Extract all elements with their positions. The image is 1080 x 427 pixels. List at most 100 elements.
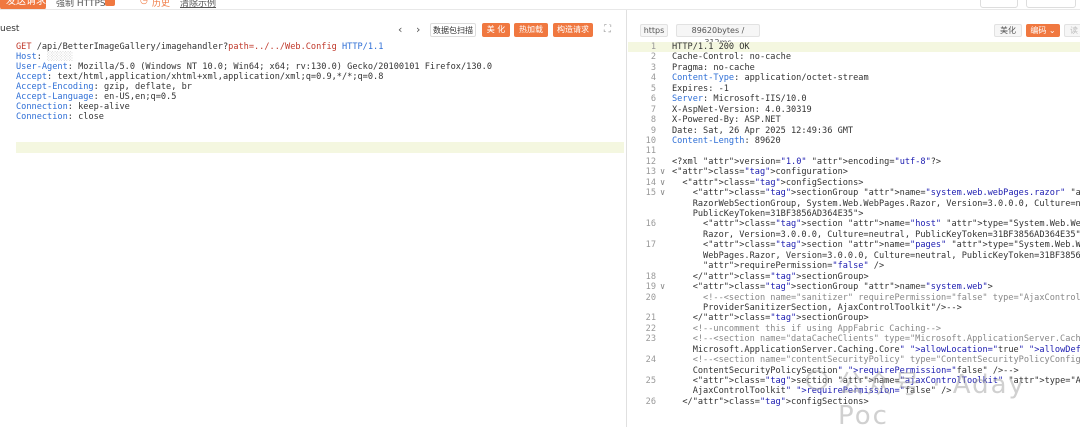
response-code-text: <!--<section name="sanitizer" requirePer… bbox=[703, 292, 1080, 303]
line-number: 5 bbox=[650, 83, 656, 94]
fold-chevron-icon[interactable]: ∨ bbox=[660, 167, 665, 177]
hot-reload-button[interactable]: 热加载 bbox=[514, 23, 548, 37]
response-code-text: <!--<section name="dataCacheClients" typ… bbox=[692, 334, 1080, 345]
response-line: WebPages.Razor, Version=3.0.0.0, Culture… bbox=[628, 251, 1080, 261]
response-line: 6 Server: Microsoft-IIS/10.0 bbox=[628, 94, 1080, 104]
header-line: User-Agent: Mozilla/5.0 (Windows NT 10.0… bbox=[16, 62, 493, 72]
response-code-text: Razor, Version=3.0.0.0, Culture=neutral,… bbox=[703, 229, 1080, 240]
line-number: 10 bbox=[645, 135, 656, 146]
response-line: 5 Expires: -1 bbox=[628, 84, 1080, 94]
response-extra-button[interactable]: 读 bbox=[1064, 24, 1080, 37]
panel-divider[interactable] bbox=[626, 10, 627, 427]
line-number: 4 bbox=[650, 73, 656, 84]
expand-icon[interactable]: ⛶ bbox=[604, 24, 611, 35]
request-editor[interactable]: GET /api/BetterImageGallery/imagehandler… bbox=[16, 42, 624, 122]
response-code-text: Date: Sat, 26 Apr 2025 12:49:36 GMT bbox=[672, 125, 854, 136]
response-code-text: Pragma: no-cache bbox=[672, 62, 755, 73]
header-line: Accept-Encoding: gzip, deflate, br bbox=[16, 82, 192, 92]
build-request-button[interactable]: 构造请求 bbox=[553, 23, 593, 37]
response-code-text: <"attr">class="tag">sectionGroup "attr">… bbox=[672, 188, 1080, 199]
response-code-text: Microsoft.ApplicationServer.Caching.Core… bbox=[672, 344, 1080, 355]
response-code-text: X-Powered-By: ASP.NET bbox=[672, 115, 781, 126]
response-code-text: <!--uncomment this if using AppFabric Ca… bbox=[672, 323, 942, 334]
line-number: 25 bbox=[645, 376, 656, 386]
header-line: Connection: close bbox=[16, 112, 104, 122]
fold-chevron-icon[interactable]: ∨ bbox=[660, 178, 665, 188]
history-icon[interactable]: ◷ bbox=[140, 0, 148, 6]
response-line: 1 HTTP/1.1 200 OK bbox=[628, 42, 1080, 53]
response-line: 12 <?xml "attr">version="1.0" "attr">enco… bbox=[628, 157, 1080, 167]
line-number: 13 bbox=[645, 167, 656, 178]
request-line: GET /api/BetterImageGallery/imagehandler… bbox=[16, 42, 384, 52]
response-line: 13 ∨ <"attr">class="tag">configuration> bbox=[628, 167, 1080, 177]
header-line: Accept: text/html,application/xhtml+xml,… bbox=[16, 72, 384, 82]
prev-arrow-icon[interactable]: ‹ bbox=[398, 23, 402, 36]
line-number: 14 bbox=[645, 177, 656, 188]
response-line: 4 Content-Type: application/octet-stream bbox=[628, 73, 1080, 83]
response-line: 8 X-Powered-By: ASP.NET bbox=[628, 115, 1080, 125]
line-number: 7 bbox=[650, 104, 656, 115]
response-code-text: Cache-Control: no-cache bbox=[672, 52, 792, 63]
response-code-text: X-AspNet-Version: 4.0.30319 bbox=[672, 104, 812, 115]
fold-chevron-icon[interactable]: ∨ bbox=[660, 282, 665, 292]
header-line: Accept-Language: en-US,en;q=0.5 bbox=[16, 92, 177, 102]
more-button[interactable] bbox=[1026, 0, 1076, 8]
line-number: 17 bbox=[645, 240, 656, 251]
response-line: 19 ∨ <"attr">class="tag">sectionGroup "at… bbox=[628, 282, 1080, 292]
response-code-text: PublicKeyToken=31BF3856AD364E35"> bbox=[672, 209, 864, 219]
response-code-text: Expires: -1 bbox=[672, 83, 729, 94]
history-link[interactable]: 历史 bbox=[152, 0, 170, 9]
response-line: 22 <!--uncomment this if using AppFabric… bbox=[628, 324, 1080, 334]
line-number: 16 bbox=[645, 219, 656, 230]
line-number: 12 bbox=[645, 156, 656, 167]
response-code-text: WebPages.Razor, Version=3.0.0.0, Culture… bbox=[703, 250, 1080, 261]
line-number: 1 bbox=[650, 42, 656, 52]
watermark: 公众号 · Aday Poc bbox=[796, 358, 1036, 427]
response-code-text: HTTP/1.1 200 OK bbox=[672, 42, 750, 52]
response-line: 21 </"attr">class="tag">sectionGroup> bbox=[628, 313, 1080, 323]
response-beautify-button[interactable]: 美化 bbox=[994, 24, 1022, 37]
response-code-text: <"attr">class="tag">section "attr">name=… bbox=[672, 219, 1080, 230]
request-toolbar: uest ‹ › 数据包扫描 美 化 热加载 构造请求 ⛶ bbox=[0, 20, 626, 40]
share-button[interactable] bbox=[980, 0, 1018, 8]
response-code-text: <"attr">class="tag">configuration> bbox=[672, 167, 848, 178]
line-number: 22 bbox=[645, 323, 656, 334]
response-line: 23 <!--<section name="dataCacheClients" … bbox=[628, 334, 1080, 344]
current-line-highlight bbox=[16, 142, 624, 153]
line-number: 11 bbox=[645, 146, 656, 157]
force-https-checkbox[interactable] bbox=[105, 0, 115, 6]
response-line: Microsoft.ApplicationServer.Caching.Core… bbox=[628, 345, 1080, 355]
packet-scan-button[interactable]: 数据包扫描 bbox=[430, 23, 476, 37]
header-line: Host: ░░░░░ bbox=[16, 52, 73, 62]
response-code-text: <?xml "attr">version="1.0" "attr">encodi… bbox=[672, 156, 942, 167]
beautify-button[interactable]: 美 化 bbox=[482, 23, 510, 37]
send-request-button[interactable]: 发送请求 bbox=[0, 0, 46, 9]
line-number: 9 bbox=[650, 125, 656, 136]
response-line: 20 <!--<section name="sanitizer" require… bbox=[628, 293, 1080, 303]
encoding-dropdown[interactable]: 编码 ⌄ bbox=[1026, 24, 1060, 37]
response-line: Razor, Version=3.0.0.0, Culture=neutral,… bbox=[628, 230, 1080, 240]
protocol-badge: https bbox=[640, 24, 668, 37]
line-number: 20 bbox=[645, 292, 656, 303]
fold-chevron-icon[interactable]: ∨ bbox=[660, 188, 665, 198]
line-number: 19 bbox=[645, 282, 656, 293]
header-line: Connection: keep-alive bbox=[16, 102, 130, 112]
top-toolbar: 发送请求 强制 HTTPS ◷ 历史 清除示例 bbox=[0, 0, 1080, 10]
response-line: 7 X-AspNet-Version: 4.0.30319 bbox=[628, 105, 1080, 115]
response-line: ProviderSanitizerSection, AjaxControlToo… bbox=[628, 303, 1080, 313]
next-arrow-icon[interactable]: › bbox=[416, 23, 420, 36]
response-code-text: RazorWebSectionGroup, System.Web.WebPage… bbox=[672, 198, 1080, 209]
response-line: 9 Date: Sat, 26 Apr 2025 12:49:36 GMT bbox=[628, 126, 1080, 136]
response-line: 14 ∨ <"attr">class="tag">configSections> bbox=[628, 178, 1080, 188]
response-line: 3 Pragma: no-cache bbox=[628, 63, 1080, 73]
line-number: 26 bbox=[645, 396, 656, 407]
response-line: 15 ∨ <"attr">class="tag">sectionGroup "at… bbox=[628, 188, 1080, 198]
clear-example-link[interactable]: 清除示例 bbox=[180, 0, 216, 9]
response-code-text: </"attr">class="tag">sectionGroup> bbox=[672, 271, 869, 282]
force-https-label[interactable]: 强制 HTTPS bbox=[56, 0, 106, 9]
response-line: 10 Content-Length: 89620 bbox=[628, 136, 1080, 146]
line-number: 23 bbox=[645, 334, 656, 345]
response-code-text: Content-Type: application/octet-stream bbox=[672, 73, 869, 84]
line-number: 6 bbox=[650, 94, 656, 105]
response-line: PublicKeyToken=31BF3856AD364E35"> bbox=[628, 209, 1080, 219]
